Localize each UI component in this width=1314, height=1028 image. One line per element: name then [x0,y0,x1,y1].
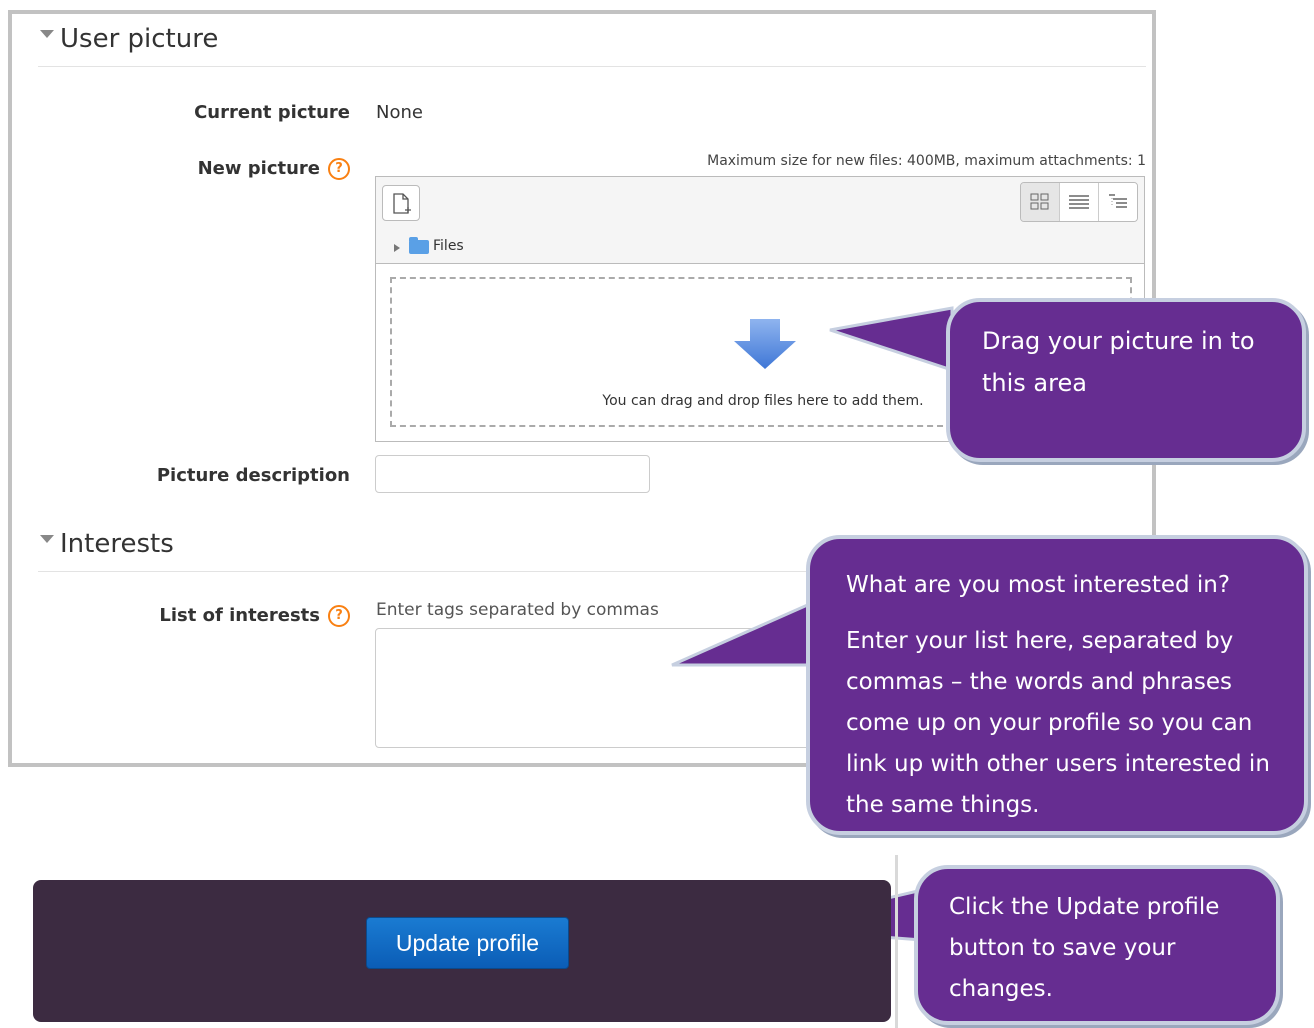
callout-drag: Drag your picture in to this area [946,298,1306,462]
update-profile-button[interactable]: Update profile [366,917,569,969]
callout-interests: What are you most interested in? Enter y… [806,535,1308,835]
callout-interests-body: Enter your list here, separated by comma… [846,628,1270,818]
callout-update: Click the Update profile button to save … [914,865,1280,1025]
callout-drag-text: Drag your picture in to this area [982,327,1255,397]
panel-divider [895,855,898,1028]
callout-update-text: Click the Update profile button to save … [949,894,1220,1002]
action-panel: Update profile [33,880,891,1022]
callout-interests-question: What are you most interested in? [846,572,1231,598]
